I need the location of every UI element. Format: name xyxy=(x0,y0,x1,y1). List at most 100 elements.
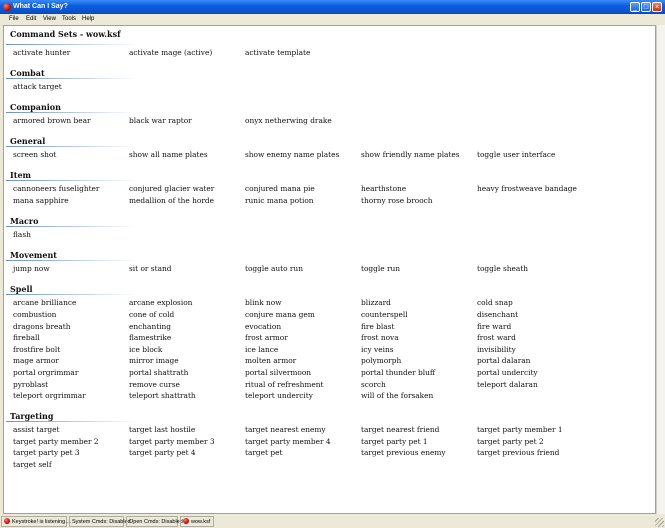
command-item[interactable]: target party pet 3 xyxy=(13,448,80,457)
command-item[interactable]: runic mana potion xyxy=(245,196,314,205)
command-item[interactable]: screen shot xyxy=(13,150,56,159)
command-item[interactable]: target previous enemy xyxy=(361,448,446,457)
command-item[interactable]: fire ward xyxy=(477,322,511,331)
command-item[interactable]: armored brown bear xyxy=(13,116,91,125)
command-item[interactable]: invisibility xyxy=(477,345,516,354)
menu-edit[interactable]: Edit xyxy=(26,14,36,25)
command-item[interactable]: conjured glacier water xyxy=(129,184,214,193)
command-item[interactable]: blizzard xyxy=(361,298,391,307)
command-item[interactable]: blink now xyxy=(245,298,282,307)
command-item[interactable]: disenchant xyxy=(477,310,518,319)
command-item[interactable]: molten armor xyxy=(245,356,296,365)
command-item[interactable]: target party pet 1 xyxy=(361,437,428,446)
command-item[interactable]: counterspell xyxy=(361,310,408,319)
command-item[interactable]: jump now xyxy=(13,264,50,273)
command-item[interactable]: mage armor xyxy=(13,356,59,365)
command-item[interactable]: scorch xyxy=(361,380,386,389)
menu-help[interactable]: Help xyxy=(82,14,94,25)
command-item[interactable]: target party member 3 xyxy=(129,437,215,446)
command-item[interactable]: heavy frostweave bandage xyxy=(477,184,577,193)
command-item[interactable]: arcane brilliance xyxy=(13,298,76,307)
title-bar[interactable]: What Can I Say? _ □ × xyxy=(0,0,665,14)
command-item[interactable]: target self xyxy=(13,460,52,469)
minimize-button[interactable]: _ xyxy=(630,2,640,12)
menu-tools[interactable]: Tools xyxy=(62,14,76,25)
command-item[interactable]: combustion xyxy=(13,310,56,319)
section-heading: Item xyxy=(10,170,31,181)
command-item[interactable]: cold snap xyxy=(477,298,513,307)
command-item[interactable]: show enemy name plates xyxy=(245,150,339,159)
command-item[interactable]: target party member 2 xyxy=(13,437,99,446)
command-item[interactable]: target party member 1 xyxy=(477,425,563,434)
command-item[interactable]: ice lance xyxy=(245,345,278,354)
command-item[interactable]: onyx netherwing drake xyxy=(245,116,332,125)
command-item[interactable]: frost armor xyxy=(245,333,288,342)
command-item[interactable]: teleport orgrimmar xyxy=(13,391,86,400)
command-item[interactable]: frost ward xyxy=(477,333,516,342)
command-item[interactable]: target party member 4 xyxy=(245,437,331,446)
command-item[interactable]: evocation xyxy=(245,322,281,331)
command-item[interactable]: arcane explosion xyxy=(129,298,192,307)
command-item[interactable]: ritual of refreshment xyxy=(245,380,324,389)
command-item[interactable]: target party pet 4 xyxy=(129,448,196,457)
menu-view[interactable]: View xyxy=(43,14,56,25)
command-item[interactable]: attack target xyxy=(13,82,62,91)
command-item[interactable]: teleport dalaran xyxy=(477,380,538,389)
vertical-scrollbar[interactable] xyxy=(656,25,665,514)
command-item[interactable]: toggle sheath xyxy=(477,264,528,273)
command-item[interactable]: flash xyxy=(13,230,31,239)
close-button[interactable]: × xyxy=(652,2,662,12)
command-item[interactable]: icy veins xyxy=(361,345,394,354)
command-item[interactable]: mana sapphire xyxy=(13,196,69,205)
command-item[interactable]: medallion of the horde xyxy=(129,196,214,205)
command-item[interactable]: fireball xyxy=(13,333,40,342)
command-item[interactable]: activate hunter xyxy=(13,48,70,57)
command-item[interactable]: toggle user interface xyxy=(477,150,555,159)
command-item[interactable]: thorny rose brooch xyxy=(361,196,433,205)
command-item[interactable]: target last hostile xyxy=(129,425,195,434)
command-item[interactable]: mirror image xyxy=(129,356,179,365)
command-item[interactable]: target party pet 2 xyxy=(477,437,544,446)
command-item[interactable]: remove curse xyxy=(129,380,180,389)
command-item[interactable]: activate mage (active) xyxy=(129,48,212,57)
command-item[interactable]: target previous friend xyxy=(477,448,559,457)
command-item[interactable]: portal undercity xyxy=(477,368,538,377)
command-item[interactable]: dragons breath xyxy=(13,322,71,331)
command-item[interactable]: activate template xyxy=(245,48,310,57)
command-item[interactable]: conjured mana pie xyxy=(245,184,315,193)
command-item[interactable]: black war raptor xyxy=(129,116,192,125)
command-item[interactable]: sit or stand xyxy=(129,264,171,273)
command-item[interactable]: ice block xyxy=(129,345,162,354)
command-item[interactable]: flamestrike xyxy=(129,333,171,342)
command-item[interactable]: pyroblast xyxy=(13,380,48,389)
command-item[interactable]: portal shattrath xyxy=(129,368,188,377)
command-item[interactable]: teleport shattrath xyxy=(129,391,196,400)
command-item[interactable]: target pet xyxy=(245,448,282,457)
command-item[interactable]: fire blast xyxy=(361,322,394,331)
command-item[interactable]: portal silvermoon xyxy=(245,368,311,377)
command-item[interactable]: toggle auto run xyxy=(245,264,303,273)
command-item[interactable]: frostfire bolt xyxy=(13,345,60,354)
maximize-button[interactable]: □ xyxy=(641,2,651,12)
command-item[interactable]: assist target xyxy=(13,425,59,434)
command-item[interactable]: conjure mana gem xyxy=(245,310,315,319)
command-item[interactable]: will of the forsaken xyxy=(361,391,433,400)
resize-grip[interactable] xyxy=(655,518,664,527)
command-item[interactable]: show friendly name plates xyxy=(361,150,460,159)
command-item[interactable]: portal dalaran xyxy=(477,356,530,365)
command-item[interactable]: portal orgrimmar xyxy=(13,368,78,377)
command-item[interactable]: show all name plates xyxy=(129,150,208,159)
command-item[interactable]: enchanting xyxy=(129,322,171,331)
menu-file[interactable]: File xyxy=(9,14,19,25)
command-item[interactable]: hearthstone xyxy=(361,184,406,193)
command-item[interactable]: cannoneers fuselighter xyxy=(13,184,99,193)
command-item[interactable]: toggle run xyxy=(361,264,400,273)
command-item[interactable]: teleport undercity xyxy=(245,391,313,400)
command-item[interactable]: target nearest friend xyxy=(361,425,439,434)
command-item[interactable]: target nearest enemy xyxy=(245,425,326,434)
command-item[interactable]: cone of cold xyxy=(129,310,174,319)
command-item[interactable]: portal thunder bluff xyxy=(361,368,435,377)
command-item[interactable]: frost nova xyxy=(361,333,399,342)
app-icon xyxy=(3,3,11,11)
command-item[interactable]: polymorph xyxy=(361,356,401,365)
